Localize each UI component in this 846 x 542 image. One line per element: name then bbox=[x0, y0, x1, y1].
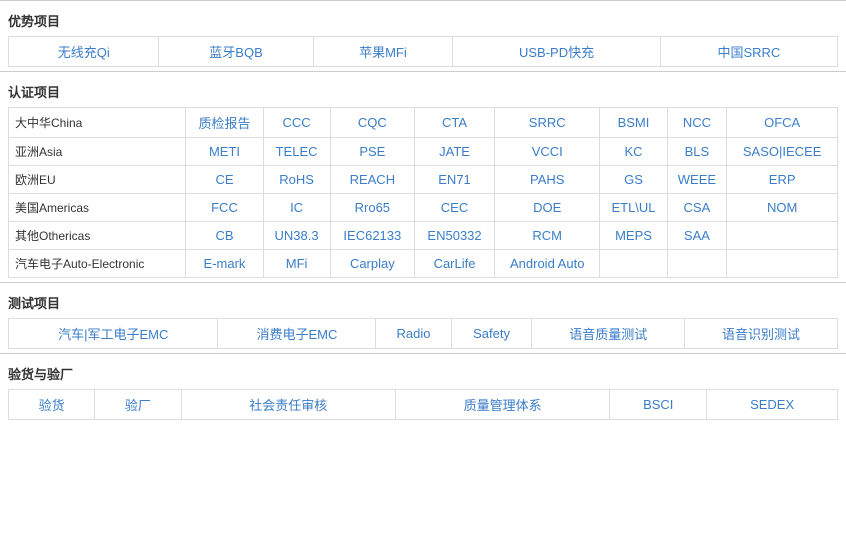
inspection-section: 验货与验厂 验货验厂社会责任审核质量管理体系BSCISEDEX bbox=[0, 353, 846, 424]
testing-section: 测试项目 汽车|军工电子EMC消费电子EMCRadioSafety语音质量测试语… bbox=[0, 282, 846, 353]
advantage-cell[interactable]: 中国SRRC bbox=[660, 37, 837, 67]
cert-cell[interactable]: METI bbox=[186, 138, 263, 166]
certification-section: 认证项目 大中华China质检报告CCCCQCCTASRRCBSMINCCOFC… bbox=[0, 71, 846, 282]
row-label: 亚洲Asia bbox=[9, 138, 186, 166]
cert-cell[interactable]: EN50332 bbox=[415, 222, 495, 250]
cert-cell[interactable]: CQC bbox=[330, 108, 414, 138]
row-label: 大中华China bbox=[9, 108, 186, 138]
row-label: 汽车电子Auto-Electronic bbox=[9, 250, 186, 278]
testing-cell[interactable]: Radio bbox=[376, 319, 451, 349]
cert-cell[interactable]: BLS bbox=[667, 138, 727, 166]
cert-cell[interactable]: E-mark bbox=[186, 250, 263, 278]
cert-cell[interactable]: RCM bbox=[494, 222, 599, 250]
row-label: 欧洲EU bbox=[9, 166, 186, 194]
inspection-cell[interactable]: 验厂 bbox=[95, 390, 181, 420]
inspection-cell[interactable]: 质量管理体系 bbox=[395, 390, 609, 420]
cert-cell[interactable]: SASO|IECEE bbox=[727, 138, 838, 166]
cert-cell[interactable]: CSA bbox=[667, 194, 727, 222]
cert-cell[interactable]: CTA bbox=[415, 108, 495, 138]
cert-cell[interactable]: SRRC bbox=[494, 108, 599, 138]
table-row: 亚洲AsiaMETITELECPSEJATEVCCIKCBLSSASO|IECE… bbox=[9, 138, 838, 166]
cert-cell bbox=[600, 250, 667, 278]
testing-row: 汽车|军工电子EMC消费电子EMCRadioSafety语音质量测试语音识别测试 bbox=[9, 319, 838, 349]
cert-cell[interactable]: FCC bbox=[186, 194, 263, 222]
cert-cell[interactable]: Rro65 bbox=[330, 194, 414, 222]
cert-cell[interactable]: MEPS bbox=[600, 222, 667, 250]
testing-cell[interactable]: 消费电子EMC bbox=[218, 319, 376, 349]
cert-cell[interactable]: CEC bbox=[415, 194, 495, 222]
advantage-title: 优势项目 bbox=[8, 7, 838, 36]
cert-cell[interactable]: JATE bbox=[415, 138, 495, 166]
cert-cell[interactable]: ERP bbox=[727, 166, 838, 194]
cert-cell[interactable]: SAA bbox=[667, 222, 727, 250]
inspection-table: 验货验厂社会责任审核质量管理体系BSCISEDEX bbox=[8, 389, 838, 420]
row-label: 美国Americas bbox=[9, 194, 186, 222]
advantage-cell[interactable]: 无线充Qi bbox=[9, 37, 159, 67]
testing-cell[interactable]: 语音质量测试 bbox=[532, 319, 685, 349]
cert-cell[interactable]: DOE bbox=[494, 194, 599, 222]
cert-cell[interactable]: EN71 bbox=[415, 166, 495, 194]
testing-title: 测试项目 bbox=[8, 289, 838, 318]
cert-cell[interactable]: TELEC bbox=[263, 138, 330, 166]
cert-cell[interactable]: RoHS bbox=[263, 166, 330, 194]
cert-cell[interactable]: NCC bbox=[667, 108, 727, 138]
inspection-cell[interactable]: BSCI bbox=[610, 390, 707, 420]
advantage-cell[interactable]: 蓝牙BQB bbox=[159, 37, 313, 67]
cert-cell[interactable]: MFi bbox=[263, 250, 330, 278]
cert-cell[interactable]: OFCA bbox=[727, 108, 838, 138]
cert-cell[interactable]: CB bbox=[186, 222, 263, 250]
cert-cell bbox=[727, 250, 838, 278]
cert-cell[interactable]: CE bbox=[186, 166, 263, 194]
table-row: 美国AmericasFCCICRro65CECDOEETL\ULCSANOM bbox=[9, 194, 838, 222]
cert-cell[interactable]: ETL\UL bbox=[600, 194, 667, 222]
cert-cell bbox=[727, 222, 838, 250]
cert-cell[interactable]: WEEE bbox=[667, 166, 727, 194]
cert-cell[interactable]: GS bbox=[600, 166, 667, 194]
cert-cell[interactable]: REACH bbox=[330, 166, 414, 194]
table-row: 汽车电子Auto-ElectronicE-markMFiCarplayCarLi… bbox=[9, 250, 838, 278]
cert-cell[interactable]: PSE bbox=[330, 138, 414, 166]
table-row: 大中华China质检报告CCCCQCCTASRRCBSMINCCOFCA bbox=[9, 108, 838, 138]
cert-cell[interactable]: CarLife bbox=[415, 250, 495, 278]
cert-cell[interactable]: KC bbox=[600, 138, 667, 166]
certification-title: 认证项目 bbox=[8, 78, 838, 107]
advantage-row: 无线充Qi蓝牙BQB苹果MFiUSB-PD快充中国SRRC bbox=[9, 37, 838, 67]
testing-cell[interactable]: 语音识别测试 bbox=[685, 319, 838, 349]
cert-cell[interactable]: BSMI bbox=[600, 108, 667, 138]
advantage-section: 优势项目 无线充Qi蓝牙BQB苹果MFiUSB-PD快充中国SRRC bbox=[0, 0, 846, 71]
cert-cell[interactable]: IC bbox=[263, 194, 330, 222]
cert-cell[interactable]: IEC62133 bbox=[330, 222, 414, 250]
inspection-cell[interactable]: SEDEX bbox=[707, 390, 838, 420]
cert-cell[interactable]: NOM bbox=[727, 194, 838, 222]
cert-cell[interactable]: VCCI bbox=[494, 138, 599, 166]
cert-cell[interactable]: Android Auto bbox=[494, 250, 599, 278]
table-row: 其他OthericasCBUN38.3IEC62133EN50332RCMMEP… bbox=[9, 222, 838, 250]
advantage-cell[interactable]: 苹果MFi bbox=[313, 37, 453, 67]
cert-cell[interactable]: CCC bbox=[263, 108, 330, 138]
cert-cell[interactable]: UN38.3 bbox=[263, 222, 330, 250]
certification-table: 大中华China质检报告CCCCQCCTASRRCBSMINCCOFCA亚洲As… bbox=[8, 107, 838, 278]
cert-cell[interactable]: 质检报告 bbox=[186, 108, 263, 138]
advantage-table: 无线充Qi蓝牙BQB苹果MFiUSB-PD快充中国SRRC bbox=[8, 36, 838, 67]
testing-cell[interactable]: Safety bbox=[451, 319, 532, 349]
inspection-title: 验货与验厂 bbox=[8, 360, 838, 389]
cert-cell bbox=[667, 250, 727, 278]
inspection-cell[interactable]: 社会责任审核 bbox=[181, 390, 395, 420]
inspection-row: 验货验厂社会责任审核质量管理体系BSCISEDEX bbox=[9, 390, 838, 420]
testing-cell[interactable]: 汽车|军工电子EMC bbox=[9, 319, 218, 349]
cert-cell[interactable]: PAHS bbox=[494, 166, 599, 194]
row-label: 其他Othericas bbox=[9, 222, 186, 250]
testing-table: 汽车|军工电子EMC消费电子EMCRadioSafety语音质量测试语音识别测试 bbox=[8, 318, 838, 349]
table-row: 欧洲EUCERoHSREACHEN71PAHSGSWEEEERP bbox=[9, 166, 838, 194]
inspection-cell[interactable]: 验货 bbox=[9, 390, 95, 420]
advantage-cell[interactable]: USB-PD快充 bbox=[453, 37, 660, 67]
cert-cell[interactable]: Carplay bbox=[330, 250, 414, 278]
